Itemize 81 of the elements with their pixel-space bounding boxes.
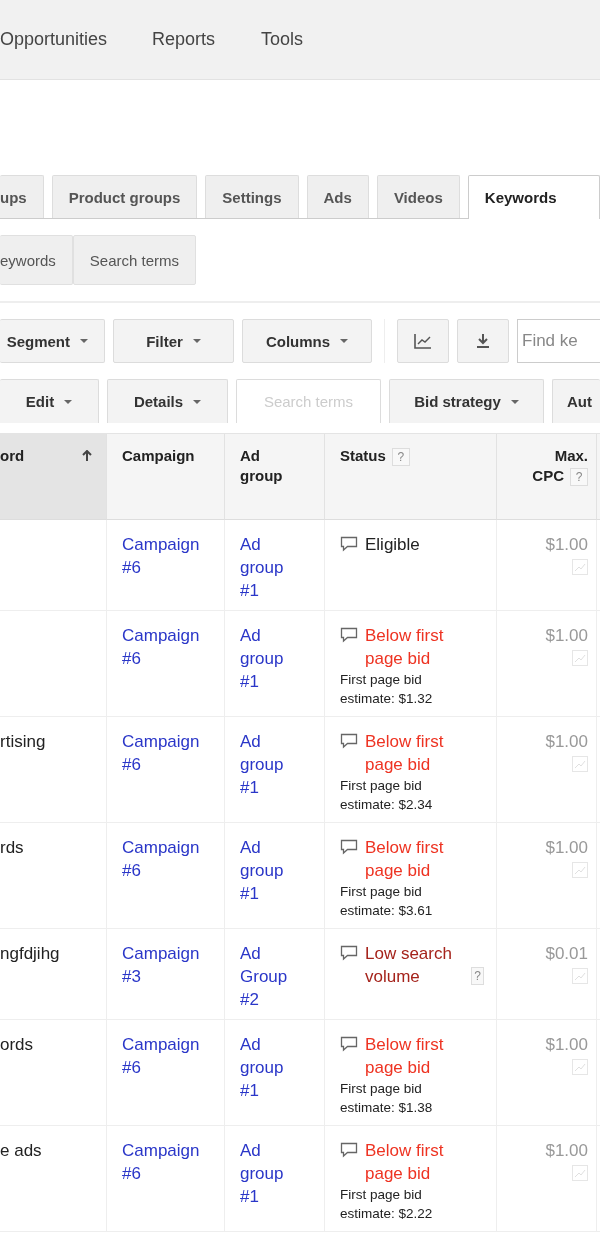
- comment-icon[interactable]: [340, 839, 358, 855]
- status-text: Eligible: [365, 534, 420, 556]
- download-button[interactable]: [457, 319, 509, 363]
- comment-icon[interactable]: [340, 536, 358, 552]
- status-text: Low search volume: [365, 943, 453, 988]
- comment-icon[interactable]: [340, 1036, 358, 1052]
- ad-group-link[interactable]: Ad group #1: [240, 730, 284, 799]
- comment-icon[interactable]: [340, 627, 358, 643]
- ad-group-link[interactable]: Ad group #1: [240, 533, 284, 602]
- action-button[interactable]: Edit: [0, 379, 99, 423]
- line-chart-icon: [414, 333, 432, 349]
- bid-estimate-text: First page bid estimate: $2.22: [340, 1186, 434, 1223]
- dropdown-button[interactable]: Columns: [242, 319, 372, 363]
- subtab[interactable]: Search terms: [72, 235, 197, 285]
- campaign-link[interactable]: Campaign #6: [122, 730, 200, 776]
- caret-icon: [64, 399, 73, 404]
- sort-up-arrow-icon: [82, 450, 92, 461]
- tab[interactable]: ups: [0, 175, 44, 218]
- column-header[interactable]: Ad group: [225, 434, 325, 520]
- ad-group-link[interactable]: Ad Group #2: [240, 942, 288, 1011]
- bid-estimate-text: First page bid estimate: $3.61: [340, 883, 434, 920]
- tab[interactable]: Settings: [205, 175, 299, 218]
- dropdown-button[interactable]: Segment: [0, 319, 105, 363]
- keyword-text: e ads: [0, 1141, 42, 1160]
- status-text: Below first page bid: [365, 1140, 445, 1185]
- bid-estimate-text: First page bid estimate: $1.32: [340, 671, 434, 708]
- ad-group-link[interactable]: Ad group #1: [240, 836, 284, 905]
- column-header[interactable]: Status ?: [325, 434, 497, 520]
- dropdown-button[interactable]: Filter: [113, 319, 234, 363]
- download-icon: [476, 333, 490, 349]
- chart-button[interactable]: [397, 319, 449, 363]
- nav-link[interactable]: Opportunities: [0, 29, 152, 50]
- keyword-text: ngfdjihg: [0, 944, 60, 963]
- campaign-link[interactable]: Campaign #6: [122, 533, 200, 579]
- column-label: Campaign: [122, 446, 195, 466]
- column-label: ord: [0, 446, 25, 466]
- bid-estimate-text: First page bid estimate: $2.34: [340, 777, 434, 814]
- column-header[interactable]: Campaign: [107, 434, 225, 520]
- comment-icon[interactable]: [340, 733, 358, 749]
- find-keywords-field[interactable]: Find ke: [517, 319, 600, 363]
- keyword-text: rds: [0, 838, 24, 857]
- subtab[interactable]: eywords: [0, 235, 73, 285]
- caret-icon: [192, 339, 201, 343]
- column-label: Status ?: [340, 446, 410, 467]
- help-icon[interactable]: ?: [471, 967, 484, 985]
- caret-icon: [510, 399, 519, 404]
- caret-icon: [340, 339, 349, 343]
- caret-icon: [193, 399, 202, 404]
- column-header[interactable]: Max. CPC ?: [497, 434, 597, 520]
- ad-group-link[interactable]: Ad group #1: [240, 1033, 284, 1102]
- campaign-link[interactable]: Campaign #6: [122, 1033, 200, 1079]
- nav-link[interactable]: Tools: [261, 29, 304, 50]
- action-button[interactable]: Aut: [552, 379, 600, 423]
- comment-icon[interactable]: [340, 1142, 358, 1158]
- caret-icon: [80, 339, 88, 343]
- help-icon[interactable]: ?: [570, 468, 588, 487]
- status-text: Below first page bid: [365, 625, 445, 670]
- action-button[interactable]: Bid strategy: [389, 379, 544, 423]
- bid-estimate-text: First page bid estimate: $1.38: [340, 1080, 434, 1117]
- help-icon[interactable]: ?: [391, 448, 410, 467]
- tab[interactable]: Product groups: [51, 175, 198, 218]
- status-text: Below first page bid: [365, 1034, 445, 1079]
- campaign-link[interactable]: Campaign #6: [122, 624, 200, 670]
- tab[interactable]: Videos: [376, 175, 460, 218]
- column-label: Max. CPC ?: [531, 446, 588, 487]
- campaign-link[interactable]: Campaign #6: [122, 1139, 200, 1185]
- ad-group-link[interactable]: Ad group #1: [240, 624, 284, 693]
- keyword-text: ords: [0, 1035, 34, 1054]
- column-label: Ad group: [240, 446, 284, 486]
- tab[interactable]: Keywords: [467, 175, 600, 219]
- campaign-link[interactable]: Campaign #6: [122, 836, 200, 882]
- status-text: Below first page bid: [365, 837, 445, 882]
- nav-link[interactable]: Reports: [152, 29, 261, 50]
- comment-icon[interactable]: [340, 945, 358, 961]
- campaign-link[interactable]: Campaign #3: [122, 942, 200, 988]
- tab[interactable]: Ads: [306, 175, 369, 218]
- column-header[interactable]: ord: [0, 434, 107, 520]
- keyword-text: rtising: [0, 732, 46, 751]
- ad-group-link[interactable]: Ad group #1: [240, 1139, 284, 1208]
- status-text: Below first page bid: [365, 731, 445, 776]
- action-button[interactable]: Details: [107, 379, 228, 423]
